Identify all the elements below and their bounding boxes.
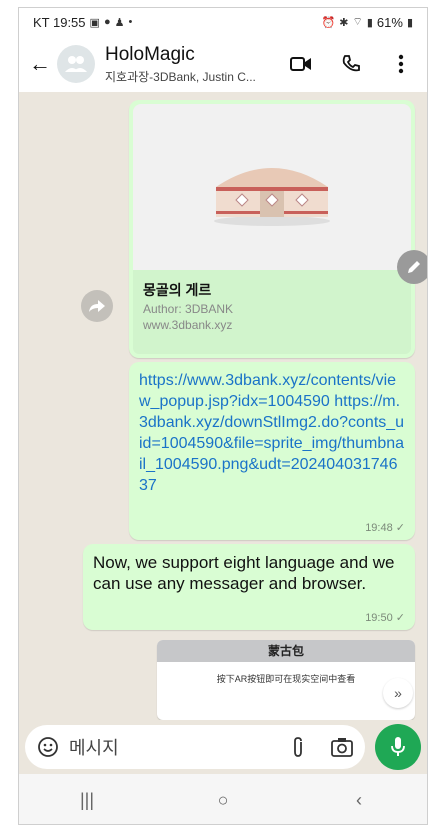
dot-icon: • (128, 16, 133, 28)
battery-level: 61% (376, 14, 403, 30)
home-icon: ○ (217, 789, 229, 810)
status-right: ⏰ ✱ ⌔ ▮ 61% ▮ (322, 15, 413, 30)
forward-button[interactable] (81, 290, 113, 322)
video-camera-icon (290, 57, 311, 71)
phone-icon (342, 55, 360, 72)
voice-message-button[interactable] (375, 724, 421, 770)
battery-icon: ▮ (406, 16, 413, 29)
message-input[interactable]: 메시지 (25, 725, 365, 769)
message-input-bar: 메시지 (19, 720, 427, 774)
link-preview-meta[interactable]: 몽골의 게르 Author: 3DBANK www.3dbank.xyz (133, 270, 411, 354)
link-text-message[interactable]: https://www.3dbank.xyz/contents/view_pop… (129, 362, 415, 540)
microphone-icon (391, 737, 405, 756)
chat-area[interactable]: 몽골의 게르 Author: 3DBANK www.3dbank.xyz htt… (19, 92, 427, 720)
video-call-button[interactable] (289, 52, 313, 76)
input-actions (291, 736, 353, 758)
link-preview-title: 몽골의 게르 (143, 282, 212, 298)
person-icon: ♟ (114, 16, 125, 29)
system-nav-bar: ||| ○ ‹ (19, 774, 427, 824)
header-actions (289, 52, 417, 76)
emoji-icon[interactable] (37, 736, 59, 758)
home-button[interactable]: ○ (203, 785, 243, 815)
double-chevron-down-icon: » (394, 685, 402, 701)
pencil-icon (408, 261, 420, 273)
chat-icon: ● (103, 16, 111, 28)
back-button[interactable]: ‹ (339, 785, 379, 815)
scroll-to-bottom-button[interactable]: » (383, 678, 413, 708)
link-preview-author: Author: 3DBANK (143, 302, 234, 316)
camera-icon[interactable] (331, 737, 353, 757)
alarm-icon: ⏰ (321, 16, 336, 29)
preview-heading: 蒙古包 (157, 640, 415, 662)
more-vertical-icon (398, 54, 404, 74)
voice-call-button[interactable] (339, 52, 363, 76)
message-url-text[interactable]: https://www.3dbank.xyz/contents/view_pop… (139, 370, 405, 496)
chat-title-block[interactable]: HoloMagic 지호과장-3DBank, Justin C... (105, 44, 256, 85)
status-left: KT 19:55 ▣ ● ♟ • (33, 15, 132, 30)
forward-icon (89, 300, 105, 312)
carrier-time: KT 19:55 (33, 14, 86, 30)
link-preview-message[interactable]: 몽골의 게르 Author: 3DBANK www.3dbank.xyz (129, 100, 415, 358)
preview-body: 按下AR按钮即可在现实空间中查看 (157, 662, 415, 695)
chat-members: 지호과장-3DBank, Justin C... (105, 69, 256, 84)
signal-icon: ▮ (366, 16, 373, 29)
recents-icon: ||| (79, 789, 95, 810)
chat-title: HoloMagic (105, 43, 195, 65)
message-timestamp: 19:50 ✓ (365, 612, 405, 624)
group-avatar[interactable] (57, 45, 95, 83)
back-icon: ‹ (356, 789, 362, 810)
text-message[interactable]: Now, we support eight language and we ca… (83, 544, 415, 630)
yurt-model-image (214, 168, 330, 226)
gallery-icon: ▣ (89, 16, 100, 29)
more-options-button[interactable] (389, 52, 413, 76)
edit-button[interactable] (397, 250, 427, 284)
wifi-icon: ⌔ (352, 16, 363, 28)
back-arrow-icon[interactable]: ← (29, 51, 53, 77)
recent-apps-button[interactable]: ||| (67, 785, 107, 815)
ger-image[interactable] (133, 104, 411, 270)
preview-text: 按下AR按钮即可在现实空间中查看 (216, 674, 356, 684)
chat-header: ← HoloMagic 지호과장-3DBank, Justin C... (19, 36, 427, 92)
phone-screen: KT 19:55 ▣ ● ♟ • ⏰ ✱ ⌔ ▮ 61% ▮ ← HoloMag (18, 7, 428, 825)
status-bar: KT 19:55 ▣ ● ♟ • ⏰ ✱ ⌔ ▮ 61% ▮ (19, 8, 427, 36)
bluetooth-icon: ✱ (339, 16, 349, 29)
link-preview-domain: www.3dbank.xyz (143, 318, 233, 332)
image-message-preview[interactable]: 蒙古包 按下AR按钮即可在现实空间中查看 (157, 640, 415, 720)
message-text: Now, we support eight language and we ca… (93, 553, 395, 593)
group-icon (65, 56, 87, 72)
attachment-icon[interactable] (291, 736, 305, 758)
message-timestamp: 19:48 ✓ (365, 522, 405, 534)
message-placeholder: 메시지 (69, 738, 119, 758)
